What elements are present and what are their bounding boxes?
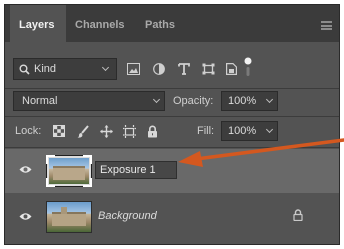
annotation-arrow (178, 138, 344, 167)
